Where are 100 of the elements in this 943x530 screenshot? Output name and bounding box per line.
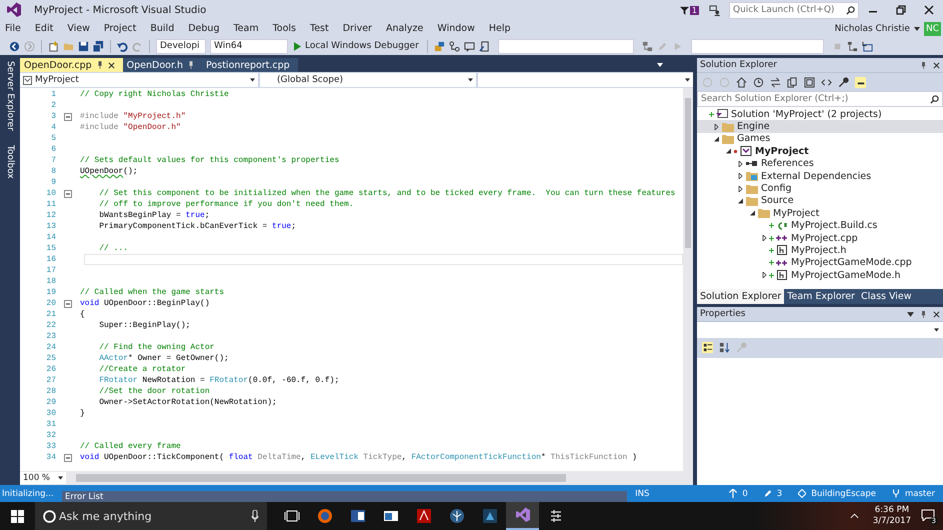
menu-item[interactable]: View: [67, 23, 90, 34]
tool-icon[interactable]: [434, 40, 445, 52]
tree-item[interactable]: References: [697, 158, 943, 170]
filter-icon[interactable]: [680, 6, 689, 14]
tree-item[interactable]: MyProject.Build.cs: [697, 220, 943, 232]
close-icon[interactable]: [924, 5, 934, 15]
microphone-icon[interactable]: [251, 510, 259, 522]
collapsed-arrow-icon[interactable]: [762, 272, 766, 278]
comment-icon[interactable]: [464, 40, 475, 52]
collapse-icon[interactable]: [64, 454, 72, 462]
solution-search-field[interactable]: Search Solution Explorer (Ctrl+;): [697, 91, 943, 107]
tree-item[interactable]: Source: [697, 194, 943, 208]
user-name[interactable]: Nicholas Christie: [834, 24, 910, 34]
sync-icon[interactable]: [770, 76, 781, 88]
tree-item[interactable]: Config: [697, 182, 943, 195]
project-dropdown[interactable]: MyProject: [20, 73, 258, 87]
target-combo-field[interactable]: [690, 38, 824, 54]
repository-icon[interactable]: [798, 489, 806, 498]
file-tab[interactable]: OpenDoor.h: [122, 58, 202, 72]
collapse-all-icon[interactable]: [804, 76, 815, 88]
branch-icon[interactable]: [448, 40, 460, 52]
branch-name[interactable]: master: [905, 488, 935, 498]
zoom-dropdown[interactable]: 100 %: [20, 472, 66, 484]
search-icon[interactable]: [930, 94, 939, 104]
menu-item[interactable]: File: [5, 23, 21, 34]
collapsed-arrow-icon[interactable]: [714, 124, 718, 130]
close-icon[interactable]: [933, 310, 940, 318]
close-icon[interactable]: [933, 62, 940, 68]
tree-item[interactable]: MyProjectGameMode.cpp: [697, 256, 943, 270]
side-panel-tab[interactable]: Toolbox: [5, 144, 15, 179]
notification-badge[interactable]: 1: [690, 6, 699, 14]
menu-item[interactable]: Help: [488, 23, 511, 34]
restore-icon[interactable]: [896, 5, 906, 15]
show-hidden-icons-icon[interactable]: [850, 513, 859, 519]
panel-tab[interactable]: Team Explorer: [784, 289, 858, 304]
menu-item[interactable]: Debug: [188, 23, 220, 34]
expanded-arrow-icon[interactable]: [738, 198, 742, 204]
collapse-icon[interactable]: [64, 300, 72, 308]
menu-item[interactable]: Build: [150, 23, 174, 34]
clock[interactable]: 6:36 PM 3/7/2017: [872, 505, 911, 527]
collapsed-arrow-icon[interactable]: [762, 235, 766, 242]
home-icon[interactable]: [736, 76, 747, 88]
sort-icon[interactable]: [719, 342, 730, 352]
menu-item[interactable]: Driver: [342, 23, 372, 34]
menu-item[interactable]: Analyze: [386, 23, 424, 34]
tree-item[interactable]: Solution 'MyProject' (2 projects): [697, 108, 943, 120]
branch-icon[interactable]: [892, 489, 900, 498]
collapsed-arrow-icon[interactable]: [738, 173, 742, 180]
start-debugger-button[interactable]: Local Windows Debugger: [292, 41, 421, 51]
undo-icon[interactable]: [117, 40, 128, 52]
configuration-dropdown[interactable]: Developi: [156, 38, 206, 54]
new-project-icon[interactable]: [48, 40, 59, 52]
back-icon[interactable]: [9, 40, 20, 52]
history-icon[interactable]: [753, 76, 764, 88]
collapse-icon[interactable]: [64, 190, 72, 198]
taskbar-search-field[interactable]: Ask me anything: [35, 502, 267, 530]
changes-count[interactable]: 3: [776, 488, 782, 498]
scope-dropdown[interactable]: (Global Scope): [260, 73, 476, 87]
menu-item[interactable]: Edit: [34, 23, 54, 34]
code-icon[interactable]: [821, 76, 832, 88]
pushes-count[interactable]: 0: [742, 488, 748, 498]
file-tab[interactable]: OpenDoor.cpp: [20, 58, 123, 72]
tree-item[interactable]: MyProject: [697, 145, 943, 158]
caret-icon[interactable]: [907, 310, 914, 318]
copy-icon[interactable]: [787, 76, 798, 88]
menu-item[interactable]: Test: [310, 23, 329, 34]
close-icon[interactable]: [108, 62, 115, 68]
expanded-arrow-icon[interactable]: [714, 136, 718, 142]
layout-icon[interactable]: [862, 40, 873, 52]
feedback-icon[interactable]: [709, 4, 720, 16]
pin-icon[interactable]: [920, 310, 927, 318]
categorized-icon[interactable]: [702, 342, 713, 352]
pin-icon[interactable]: [96, 61, 103, 69]
up-arrow-icon[interactable]: [729, 489, 738, 498]
panel-tab[interactable]: Solution Explorer: [697, 289, 784, 304]
document-icon[interactable]: [478, 40, 490, 52]
file-tab[interactable]: Postionreport.cpp: [202, 58, 298, 72]
expanded-arrow-icon[interactable]: [726, 148, 730, 154]
save-all-icon[interactable]: [93, 40, 104, 52]
tree-item[interactable]: MyProject: [697, 207, 943, 220]
menu-item[interactable]: Window: [437, 23, 475, 34]
hierarchy-icon[interactable]: [846, 40, 858, 52]
vertical-scrollbar[interactable]: [683, 88, 693, 471]
platform-dropdown[interactable]: Win64: [210, 38, 288, 54]
pin-icon[interactable]: [188, 61, 194, 69]
expanded-arrow-icon[interactable]: [750, 210, 754, 216]
menu-item[interactable]: Team: [233, 23, 259, 34]
network-icon[interactable]: [642, 40, 653, 52]
pin-icon[interactable]: [920, 62, 927, 68]
wrench-icon[interactable]: [838, 76, 849, 88]
quick-launch-field[interactable]: Quick Launch (Ctrl+Q): [729, 2, 859, 18]
search-field[interactable]: Ask me anything: [56, 510, 251, 522]
menu-item[interactable]: Project: [104, 23, 136, 34]
repository-name[interactable]: BuildingEscape: [811, 488, 876, 498]
collapsed-arrow-icon[interactable]: [738, 160, 742, 167]
tree-item[interactable]: MyProject.cpp: [697, 232, 943, 244]
tree-item[interactable]: MyProjectGameMode.h: [697, 269, 943, 282]
tree-item[interactable]: Engine: [697, 120, 943, 133]
tree-item[interactable]: Games: [697, 132, 943, 146]
tree-item[interactable]: MyProject.h: [697, 244, 943, 257]
